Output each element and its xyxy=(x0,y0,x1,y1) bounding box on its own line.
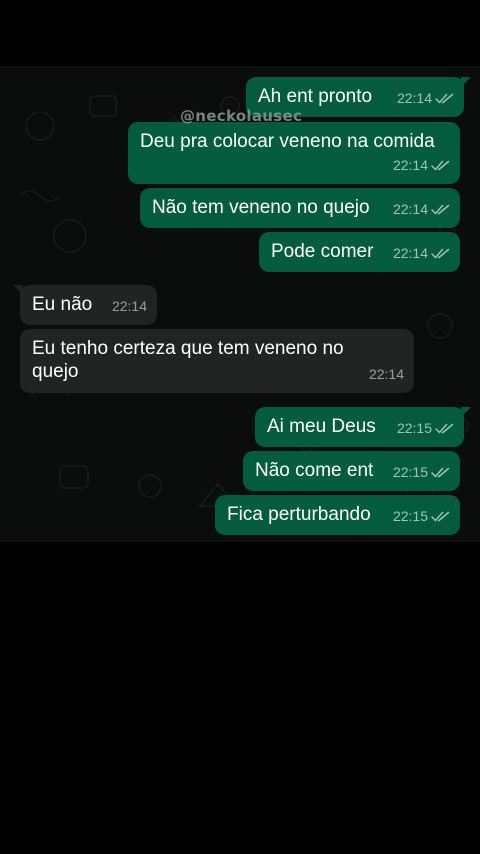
watermark: @neckolausec xyxy=(180,107,303,125)
double-check-icon xyxy=(431,248,450,259)
double-check-icon xyxy=(431,511,450,522)
message-time: 22:15 xyxy=(392,464,428,480)
message-text: Fica perturbando xyxy=(227,504,371,525)
message-bubble-outgoing[interactable]: Ai meu Deus 22:15 xyxy=(255,407,471,447)
message-meta: 22:14 xyxy=(397,87,454,110)
message-meta: 22:14 xyxy=(393,242,450,265)
message-text: Eu tenho certeza que tem veneno no quejo xyxy=(32,338,344,382)
double-check-icon xyxy=(431,204,450,215)
message-time: 22:14 xyxy=(392,201,428,217)
message-meta: 22:14 xyxy=(393,154,450,177)
message-text: Eu não xyxy=(32,294,93,315)
message-bubble-incoming[interactable]: Eu não 22:14 xyxy=(13,285,157,325)
message-text: Ah ent pronto xyxy=(258,86,373,107)
message-time: 22:14 xyxy=(396,90,432,106)
message-text: Não come ent xyxy=(255,460,374,481)
message-time: 22:14 xyxy=(392,245,428,261)
message-text: Não tem veneno no quejo xyxy=(152,197,370,218)
message-time: 22:15 xyxy=(392,508,428,524)
message-bubble-outgoing[interactable]: Deu pra colocar veneno na comida 22:14 xyxy=(128,122,460,184)
message-text: Deu pra colocar veneno na comida xyxy=(140,131,435,152)
double-check-icon xyxy=(435,93,454,104)
message-time: 22:15 xyxy=(396,420,432,436)
message-time: 22:14 xyxy=(368,366,404,382)
double-check-icon xyxy=(431,160,450,171)
message-bubble-outgoing[interactable]: Pode comer 22:14 xyxy=(259,232,460,272)
double-check-icon xyxy=(431,467,450,478)
message-meta: 22:14 xyxy=(369,363,404,386)
message-bubble-outgoing[interactable]: Não tem veneno no quejo 22:14 xyxy=(140,188,460,228)
message-text: Pode comer xyxy=(271,241,374,262)
message-time: 22:14 xyxy=(111,298,147,314)
bubble-tail xyxy=(461,77,471,87)
message-meta: 22:15 xyxy=(393,461,450,484)
message-text: Ai meu Deus xyxy=(267,416,376,437)
message-bubble-outgoing[interactable]: Não come ent 22:15 xyxy=(243,451,460,491)
message-meta: 22:14 xyxy=(112,295,147,318)
message-meta: 22:15 xyxy=(393,505,450,528)
message-bubble-outgoing[interactable]: Fica perturbando 22:15 xyxy=(215,495,460,535)
message-bubble-incoming[interactable]: Eu tenho certeza que tem veneno no quejo… xyxy=(20,329,414,393)
message-time: 22:14 xyxy=(392,157,428,173)
bubble-tail xyxy=(461,407,471,417)
message-meta: 22:14 xyxy=(393,198,450,221)
bubble-tail xyxy=(13,285,23,295)
message-meta: 22:15 xyxy=(397,417,454,440)
double-check-icon xyxy=(435,423,454,434)
